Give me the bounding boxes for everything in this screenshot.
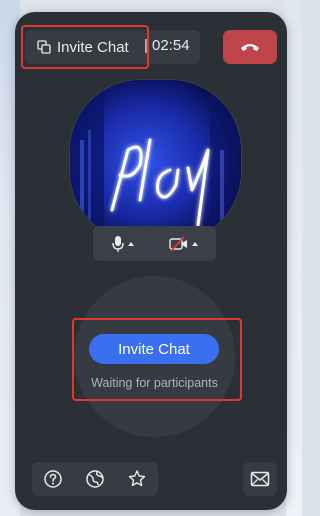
camera-toggle[interactable]: [169, 235, 199, 252]
phone-hangup-icon: [240, 42, 260, 52]
center-highlight-box: [72, 318, 242, 401]
microphone-options-caret[interactable]: [127, 241, 134, 246]
video-preview: [69, 79, 242, 243]
microphone-icon: [111, 235, 125, 253]
background-right: [286, 0, 302, 516]
help-button[interactable]: [43, 469, 63, 489]
globe-button[interactable]: [85, 469, 105, 489]
mail-button[interactable]: [243, 462, 277, 496]
mail-icon: [250, 471, 270, 487]
media-controls-bar: [93, 226, 216, 261]
pin-button[interactable]: [127, 469, 147, 489]
pin-icon: [127, 469, 147, 489]
globe-icon: [85, 469, 105, 489]
call-timer: 02:54: [152, 37, 190, 54]
camera-off-icon: [169, 235, 189, 252]
help-icon: [43, 469, 63, 489]
hangup-button[interactable]: [223, 30, 277, 64]
bottom-toolbar: [32, 462, 158, 496]
header-highlight-box: [21, 25, 149, 69]
camera-options-caret[interactable]: [192, 241, 199, 246]
microphone-toggle[interactable]: [111, 235, 134, 253]
